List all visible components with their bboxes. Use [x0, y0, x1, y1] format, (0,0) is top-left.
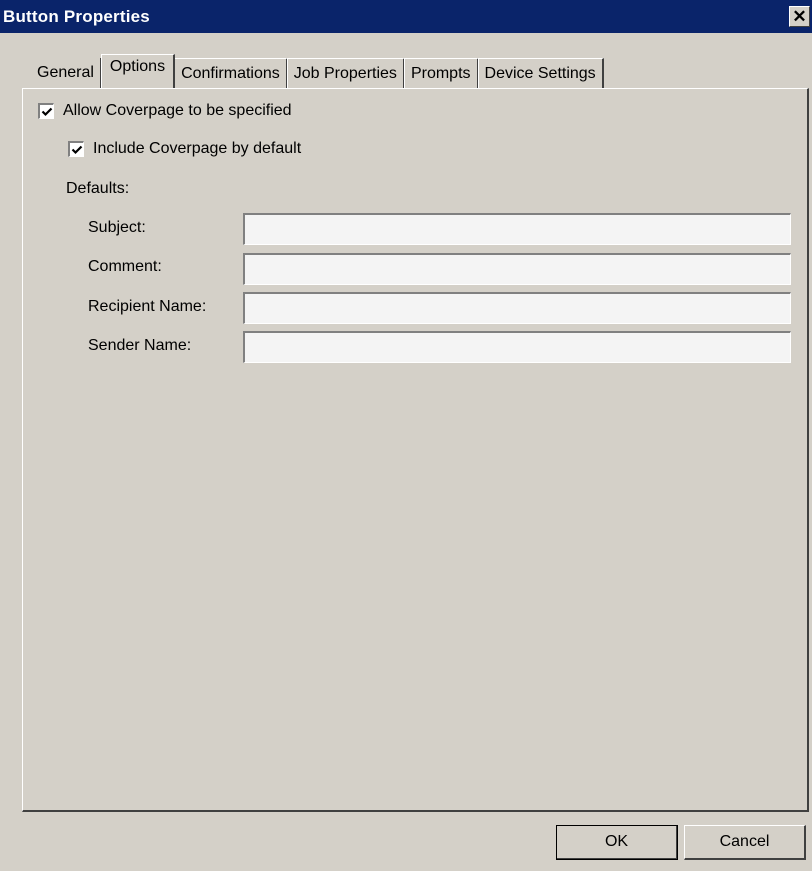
tab-job-properties[interactable]: Job Properties — [286, 58, 405, 88]
include-coverpage-checkbox[interactable] — [68, 141, 84, 157]
comment-label: Comment: — [88, 258, 162, 275]
checkmark-icon — [71, 145, 82, 154]
close-icon: ✕ — [792, 7, 807, 26]
tab-general[interactable]: General — [28, 58, 102, 88]
include-coverpage-row[interactable]: Include Coverpage by default — [68, 140, 301, 158]
defaults-heading: Defaults: — [66, 180, 130, 197]
tab-device-settings[interactable]: Device Settings — [477, 58, 604, 88]
allow-coverpage-label: Allow Coverpage to be specified — [63, 102, 292, 119]
allow-coverpage-checkbox[interactable] — [38, 103, 54, 119]
tab-options[interactable]: Options — [100, 54, 176, 88]
tab-confirmations[interactable]: Confirmations — [174, 58, 288, 88]
close-button[interactable]: ✕ — [789, 6, 810, 27]
include-coverpage-label: Include Coverpage by default — [93, 140, 302, 157]
options-panel — [22, 88, 809, 812]
subject-label: Subject: — [88, 219, 146, 236]
checkmark-icon — [41, 107, 52, 116]
cancel-button[interactable]: Cancel — [684, 825, 806, 860]
subject-field[interactable] — [243, 213, 791, 245]
ok-button[interactable]: OK — [556, 825, 678, 860]
recipient-name-field[interactable] — [243, 292, 791, 324]
comment-field[interactable] — [243, 253, 791, 285]
tab-strip: General Options Confirmations Job Proper… — [28, 54, 604, 88]
allow-coverpage-row[interactable]: Allow Coverpage to be specified — [38, 102, 292, 120]
sender-name-label: Sender Name: — [88, 337, 192, 354]
title-bar: Button Properties ✕ — [0, 0, 812, 33]
window-title: Button Properties — [3, 6, 150, 26]
sender-name-field[interactable] — [243, 331, 791, 363]
recipient-name-label: Recipient Name: — [88, 298, 207, 315]
button-properties-dialog: Button Properties ✕ General Options Conf… — [0, 0, 812, 871]
tab-prompts[interactable]: Prompts — [403, 58, 479, 88]
